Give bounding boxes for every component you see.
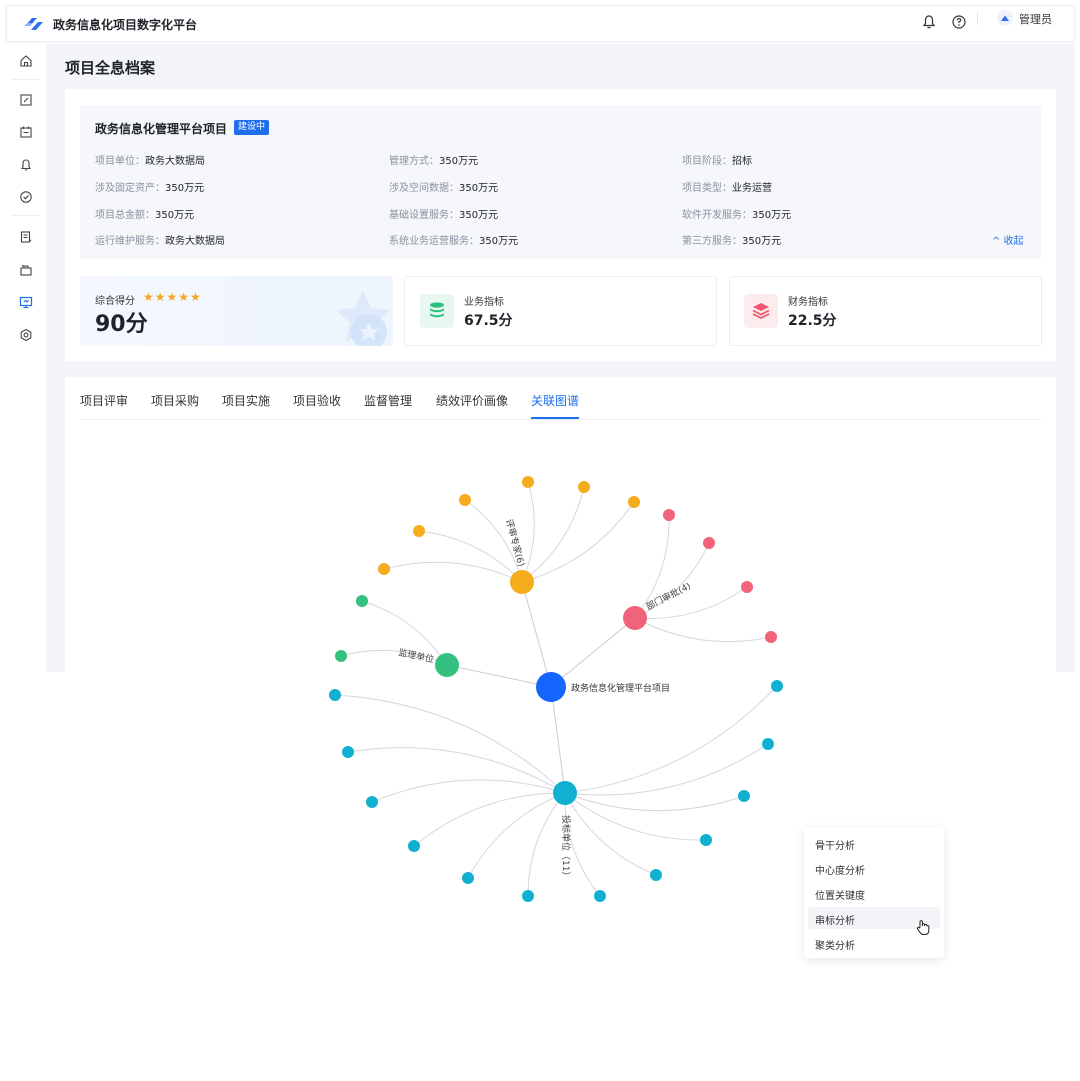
graph-edge [634,617,772,643]
graph-edge [371,779,566,803]
graph-edge [334,694,566,794]
graph-center-node[interactable] [536,672,566,702]
graph-leaf-node[interactable] [342,746,354,758]
menu-item-position-criticality[interactable]: 位置关键度 [815,887,865,902]
graph-leaf-node[interactable] [522,890,534,902]
graph-leaf-node[interactable] [378,563,390,575]
graph-edge [564,685,778,794]
graph-leaf-node[interactable] [356,595,368,607]
graph-edge [521,481,535,583]
graph-edge [521,486,585,583]
graph-edge [550,617,636,688]
graph-edge [521,501,635,583]
graph-hub-label: 部门审批(4) [644,580,693,613]
menu-item-centrality-analysis[interactable]: 中心度分析 [815,862,865,877]
menu-item-cluster-analysis[interactable]: 聚类分析 [815,937,855,952]
graph-hub-label: 监理单位 [397,646,435,665]
graph-edge [446,664,552,688]
graph-leaf-node[interactable] [703,537,715,549]
graph-hub-node[interactable] [510,570,534,594]
graph-leaf-node[interactable] [765,631,777,643]
graph-leaf-node[interactable] [329,689,341,701]
graph-leaf-node[interactable] [578,481,590,493]
graph-hub-node[interactable] [553,781,577,805]
graph-leaf-node[interactable] [408,840,420,852]
graph-edge [564,792,745,812]
graph-leaf-node[interactable] [459,494,471,506]
graph-leaf-node[interactable] [413,525,425,537]
graph-edge [347,747,566,794]
graph-hub-node[interactable] [623,606,647,630]
graph-leaf-node[interactable] [628,496,640,508]
graph-leaf-node[interactable] [741,581,753,593]
graph-leaf-node[interactable] [522,476,534,488]
graph-leaf-node[interactable] [366,796,378,808]
graph-hub-label: 评审专家(6) [503,518,527,568]
menu-item-backbone-analysis[interactable]: 骨干分析 [815,837,855,852]
hand-cursor-icon [916,920,930,935]
graph-leaf-node[interactable] [762,738,774,750]
graph-edge [418,530,523,583]
graph-leaf-node[interactable] [594,890,606,902]
graph-leaf-node[interactable] [462,872,474,884]
graph-edge [564,743,769,796]
graph-edge [521,581,552,688]
graph-leaf-node[interactable] [335,650,347,662]
graph-edge [467,792,566,879]
graph-leaf-node[interactable] [700,834,712,846]
graph-hub-node[interactable] [435,653,459,677]
graph-hub-label: 投标单位（11） [560,815,572,880]
graph-leaf-node[interactable] [663,509,675,521]
graph-edge [383,561,523,583]
graph-leaf-node[interactable] [738,790,750,802]
context-menu: 骨干分析 中心度分析 位置关键度 串标分析 聚类分析 [804,828,944,958]
graph-edge [413,792,566,847]
graph-leaf-node[interactable] [650,869,662,881]
graph-center-label: 政务信息化管理平台项目 [571,682,670,694]
graph-edge [564,792,657,876]
menu-item-bid-collusion-analysis[interactable]: 串标分析 [815,912,855,927]
graph-leaf-node[interactable] [771,680,783,692]
graph-edge [550,686,566,794]
